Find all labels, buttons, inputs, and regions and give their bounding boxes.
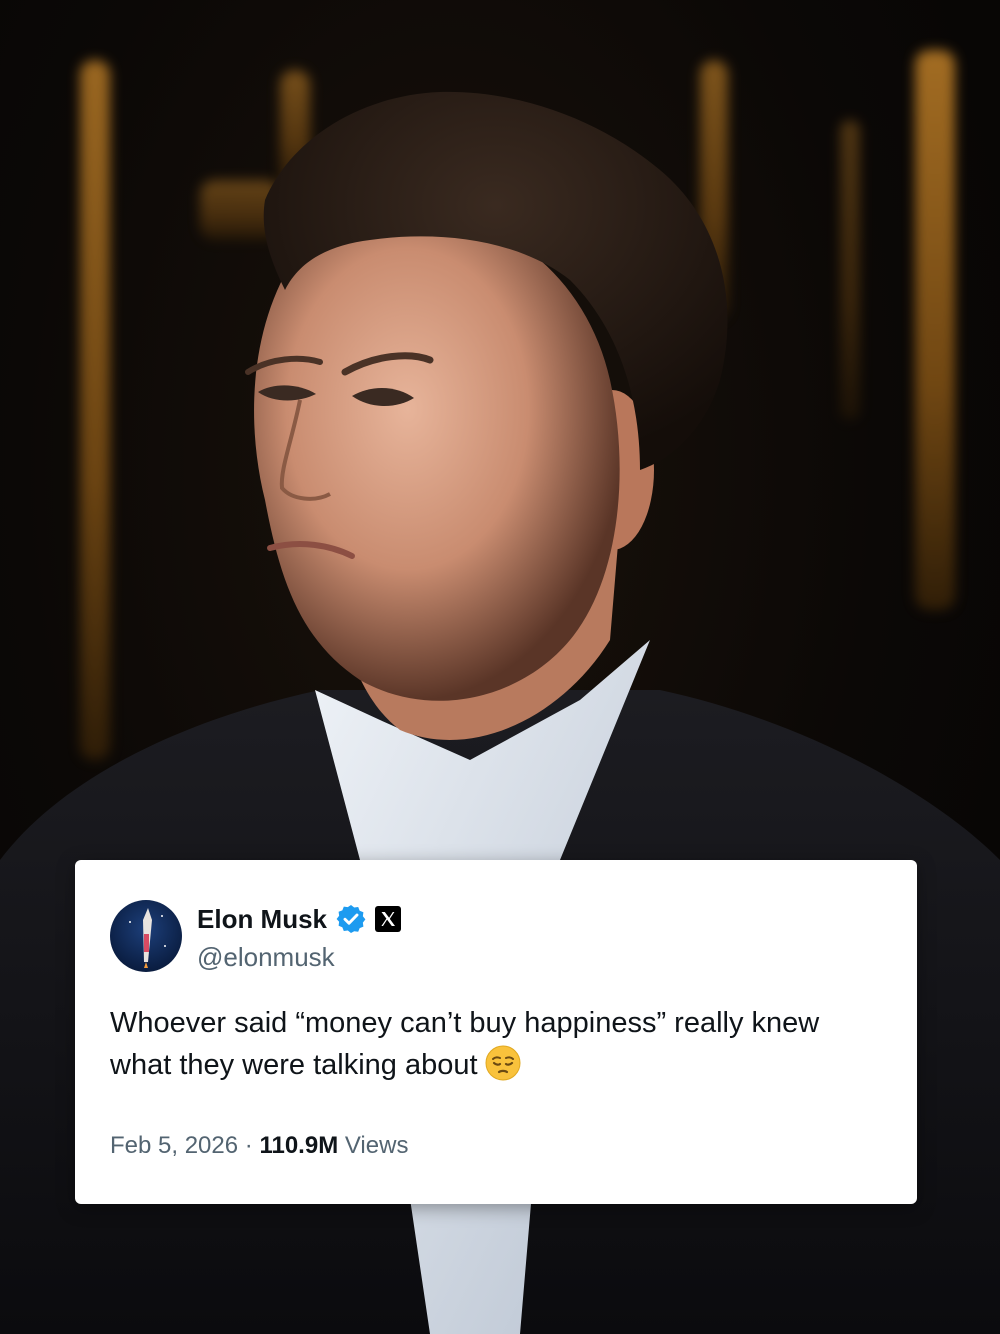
- verified-badge-icon: [335, 903, 367, 935]
- author-row: Elon Musk: [197, 902, 402, 936]
- views-label: Views: [344, 1132, 409, 1159]
- tweet-date[interactable]: Feb 5, 2026: [110, 1132, 238, 1159]
- avatar[interactable]: [110, 900, 182, 972]
- author-handle[interactable]: @elonmusk: [197, 942, 335, 973]
- tweet-text: Whoever said “money can’t buy happiness”…: [110, 1007, 820, 1081]
- x-logo-icon: [375, 906, 402, 932]
- author-name[interactable]: Elon Musk: [197, 904, 327, 935]
- pensive-face-emoji: [484, 1044, 522, 1082]
- photo-background: Elon Musk @elonmusk Whoever said “money …: [0, 0, 1000, 1334]
- rocket-icon: [129, 908, 166, 968]
- tweet-card: Elon Musk @elonmusk Whoever said “money …: [75, 860, 917, 1204]
- tweet-meta: Feb 5, 2026 · 110.9M Views: [110, 1132, 408, 1160]
- tweet-body: Whoever said “money can’t buy happiness”…: [110, 1002, 880, 1086]
- meta-separator: ·: [244, 1132, 253, 1159]
- views-count: 110.9M: [259, 1132, 339, 1159]
